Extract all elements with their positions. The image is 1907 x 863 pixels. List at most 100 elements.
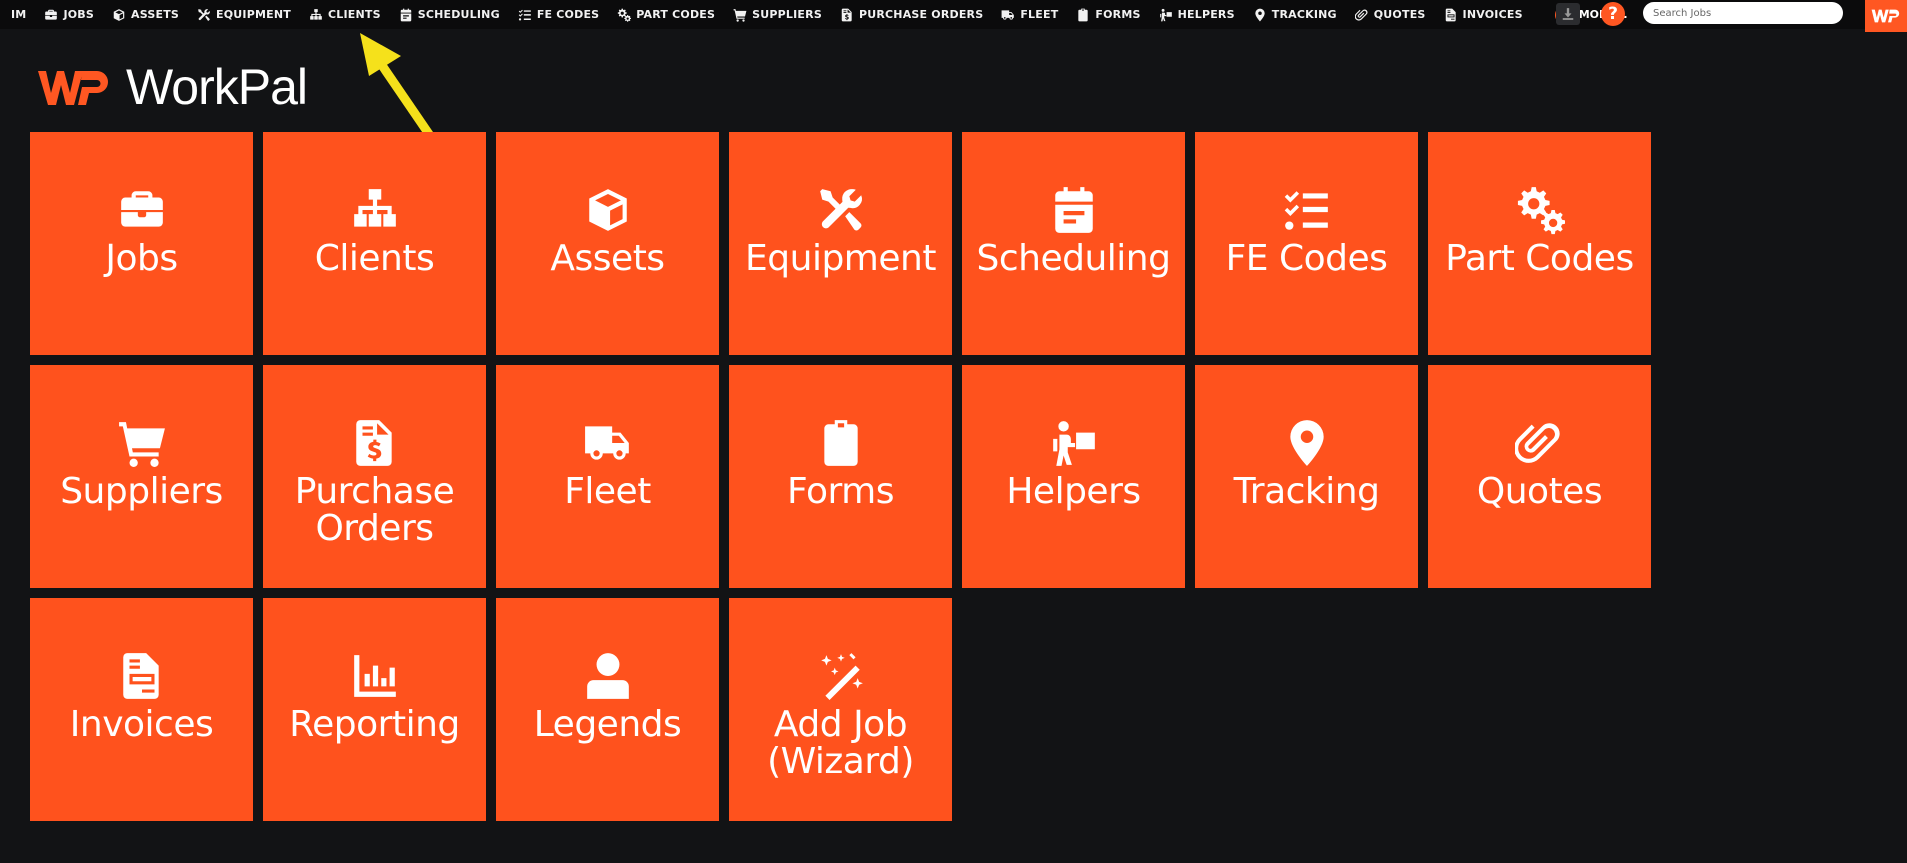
truck-icon xyxy=(1001,8,1015,22)
chart-column-icon xyxy=(350,651,400,701)
tile-add-job-wizard[interactable]: Add Job (Wizard) xyxy=(729,598,952,821)
tile-label: Jobs xyxy=(105,238,178,279)
tile-assets[interactable]: Assets xyxy=(496,132,719,355)
cube-icon xyxy=(583,185,633,235)
paperclip-icon xyxy=(1515,418,1565,468)
tile-label: Forms xyxy=(787,471,894,512)
tile-label: Equipment xyxy=(745,238,936,279)
tile-label: Part Codes xyxy=(1445,238,1634,279)
nav-item-im[interactable]: IM xyxy=(11,8,26,21)
nav-item-label: SUPPLIERS xyxy=(752,8,822,21)
tile-fleet[interactable]: Fleet xyxy=(496,365,719,588)
nav-item-label: EQUIPMENT xyxy=(216,8,291,21)
tile-equipment[interactable]: Equipment xyxy=(729,132,952,355)
nav-item-part-codes[interactable]: PART CODES xyxy=(617,8,715,22)
tile-legends[interactable]: Legends xyxy=(496,598,719,821)
tile-tracking[interactable]: Tracking xyxy=(1195,365,1418,588)
nav-item-purchase-orders[interactable]: PURCHASE ORDERS xyxy=(840,8,983,22)
location-pin-icon xyxy=(1253,8,1267,22)
user-icon xyxy=(583,651,633,701)
help-button[interactable]: ? xyxy=(1601,2,1625,26)
tile-label: Quotes xyxy=(1476,471,1603,512)
tile-helpers[interactable]: Helpers xyxy=(962,365,1185,588)
tools-icon xyxy=(197,8,211,22)
tile-label: Tracking xyxy=(1233,471,1380,512)
tile-forms[interactable]: Forms xyxy=(729,365,952,588)
invoice-dollar-icon xyxy=(350,418,400,468)
tile-label: Scheduling xyxy=(976,238,1171,279)
paperclip-icon xyxy=(1355,8,1369,22)
tile-quotes[interactable]: Quotes xyxy=(1428,365,1651,588)
nav-item-jobs[interactable]: JOBS xyxy=(44,8,94,22)
nav-item-forms[interactable]: FORMS xyxy=(1076,8,1140,22)
list-check-icon xyxy=(518,8,532,22)
cube-icon xyxy=(112,8,126,22)
nav-item-label: PURCHASE ORDERS xyxy=(858,8,984,21)
tile-clients[interactable]: Clients xyxy=(263,132,486,355)
person-carry-icon xyxy=(1159,8,1173,22)
nav-item-label: JOBS xyxy=(63,8,95,21)
nav-item-equipment[interactable]: EQUIPMENT xyxy=(197,8,291,22)
tile-label: Clients xyxy=(314,238,435,279)
tile-fe-codes[interactable]: FE Codes xyxy=(1195,132,1418,355)
nav-item-fleet[interactable]: FLEET xyxy=(1001,8,1058,22)
nav-item-label: INVOICES xyxy=(1462,8,1523,21)
nav-item-label: ASSETS xyxy=(131,8,180,21)
nav-item-label: CLIENTS xyxy=(327,8,381,21)
tile-scheduling[interactable]: Scheduling xyxy=(962,132,1185,355)
nav-item-clients[interactable]: CLIENTS xyxy=(309,8,381,22)
tile-label: FE Codes xyxy=(1225,238,1388,279)
help-icon: ? xyxy=(1608,4,1618,24)
list-check-icon xyxy=(1282,185,1332,235)
nav-item-tracking[interactable]: TRACKING xyxy=(1253,8,1337,22)
tile-part-codes[interactable]: Part Codes xyxy=(1428,132,1651,355)
file-invoice-icon xyxy=(1444,8,1458,22)
tile-jobs[interactable]: Jobs xyxy=(30,132,253,355)
nav-item-label: PART CODES xyxy=(636,8,716,21)
nav-item-label: HELPERS xyxy=(1177,8,1235,21)
nav-item-label: TRACKING xyxy=(1271,8,1337,21)
workpal-logo-icon xyxy=(38,70,108,105)
workpal-logo-icon xyxy=(1871,9,1900,23)
cart-icon xyxy=(733,8,747,22)
nav-menu: IM JOBS ASSETS EQUIPMENT CLIENTS SCHEDUL… xyxy=(0,0,1628,29)
annotation-arrow-icon xyxy=(360,33,437,143)
nav-item-quotes[interactable]: QUOTES xyxy=(1355,8,1426,22)
tile-label: Reporting xyxy=(289,704,460,745)
calendar-icon xyxy=(1049,185,1099,235)
nav-item-label: IM xyxy=(11,8,27,21)
download-icon xyxy=(1562,8,1574,20)
download-button[interactable] xyxy=(1556,3,1580,25)
brand-logo: WorkPal xyxy=(36,62,308,112)
calendar-icon xyxy=(399,8,413,22)
tile-label: Helpers xyxy=(1006,471,1141,512)
nav-item-assets[interactable]: ASSETS xyxy=(112,8,179,22)
nav-item-label: SCHEDULING xyxy=(417,8,500,21)
invoice-dollar-icon xyxy=(840,8,854,22)
file-invoice-icon xyxy=(117,651,167,701)
nav-item-scheduling[interactable]: SCHEDULING xyxy=(399,8,500,22)
sitemap-icon xyxy=(309,8,323,22)
tile-suppliers[interactable]: Suppliers xyxy=(30,365,253,588)
magic-wand-icon xyxy=(816,651,866,701)
tile-purchase-orders[interactable]: Purchase Orders xyxy=(263,365,486,588)
tile-label: Suppliers xyxy=(60,471,223,512)
module-tile-grid: Jobs Clients Assets Equipment Scheduling… xyxy=(30,132,1651,821)
person-carry-icon xyxy=(1049,418,1099,468)
tile-label: Purchase Orders xyxy=(294,471,455,549)
nav-item-helpers[interactable]: HELPERS xyxy=(1159,8,1235,22)
tile-reporting[interactable]: Reporting xyxy=(263,598,486,821)
nav-item-suppliers[interactable]: SUPPLIERS xyxy=(733,8,822,22)
search-input[interactable] xyxy=(1643,2,1843,24)
tile-invoices[interactable]: Invoices xyxy=(30,598,253,821)
gears-icon xyxy=(617,8,631,22)
tile-label: Invoices xyxy=(69,704,214,745)
nav-item-invoices[interactable]: INVOICES xyxy=(1444,8,1523,22)
nav-item-label: FORMS xyxy=(1095,8,1141,21)
clipboard-icon xyxy=(1076,8,1090,22)
nav-item-label: QUOTES xyxy=(1373,8,1426,21)
tile-label: Fleet xyxy=(564,471,651,512)
nav-item-fe-codes[interactable]: FE CODES xyxy=(518,8,599,22)
user-menu-logo-button[interactable] xyxy=(1865,0,1907,32)
toolbox-icon xyxy=(117,185,167,235)
